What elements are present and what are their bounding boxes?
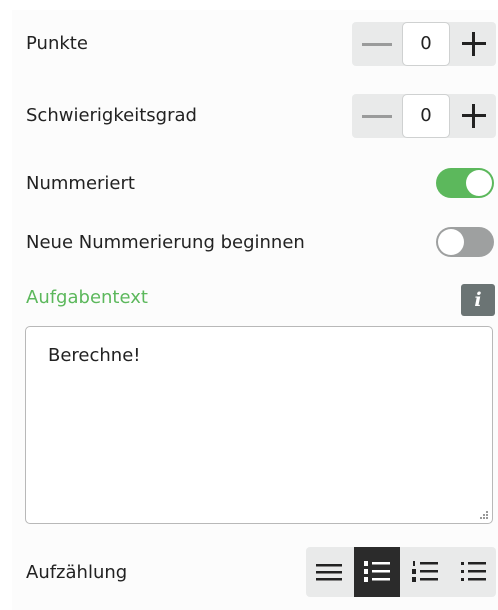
- lines-icon: [316, 564, 342, 581]
- list-style-bullet-button[interactable]: [450, 547, 496, 597]
- difficulty-increment-button[interactable]: [458, 100, 490, 132]
- task-text-textarea[interactable]: Berechne!: [25, 326, 493, 524]
- lettered-list-icon: [364, 561, 390, 582]
- list-style-selector: [306, 547, 496, 597]
- points-decrement-button[interactable]: [362, 43, 392, 46]
- resize-grip-icon[interactable]: [478, 509, 488, 519]
- list-style-lettered-button[interactable]: [354, 547, 400, 597]
- difficulty-decrement-button[interactable]: [362, 115, 392, 118]
- difficulty-input[interactable]: 0: [402, 94, 450, 138]
- toggle-knob: [466, 170, 492, 196]
- toggle-knob: [438, 229, 464, 255]
- difficulty-label: Schwierigkeitsgrad: [26, 105, 197, 126]
- list-style-numbered-button[interactable]: [402, 547, 448, 597]
- list-style-label: Aufzählung: [26, 562, 128, 583]
- numbered-list-icon: [412, 561, 438, 582]
- points-increment-button[interactable]: [458, 28, 490, 60]
- difficulty-stepper: 0: [352, 94, 496, 138]
- points-input[interactable]: 0: [402, 22, 450, 66]
- restart-numbering-toggle[interactable]: [436, 227, 494, 257]
- info-icon[interactable]: i: [461, 284, 495, 316]
- points-label: Punkte: [26, 33, 88, 54]
- list-style-lines-button[interactable]: [306, 547, 352, 597]
- numbered-toggle[interactable]: [436, 168, 494, 198]
- task-text-content: Berechne!: [48, 345, 141, 366]
- numbered-label: Nummeriert: [26, 173, 135, 194]
- task-text-label: Aufgabentext: [26, 287, 148, 308]
- points-stepper: 0: [352, 22, 496, 66]
- bullet-list-icon: [461, 562, 486, 581]
- restart-numbering-label: Neue Nummerierung beginnen: [26, 232, 305, 253]
